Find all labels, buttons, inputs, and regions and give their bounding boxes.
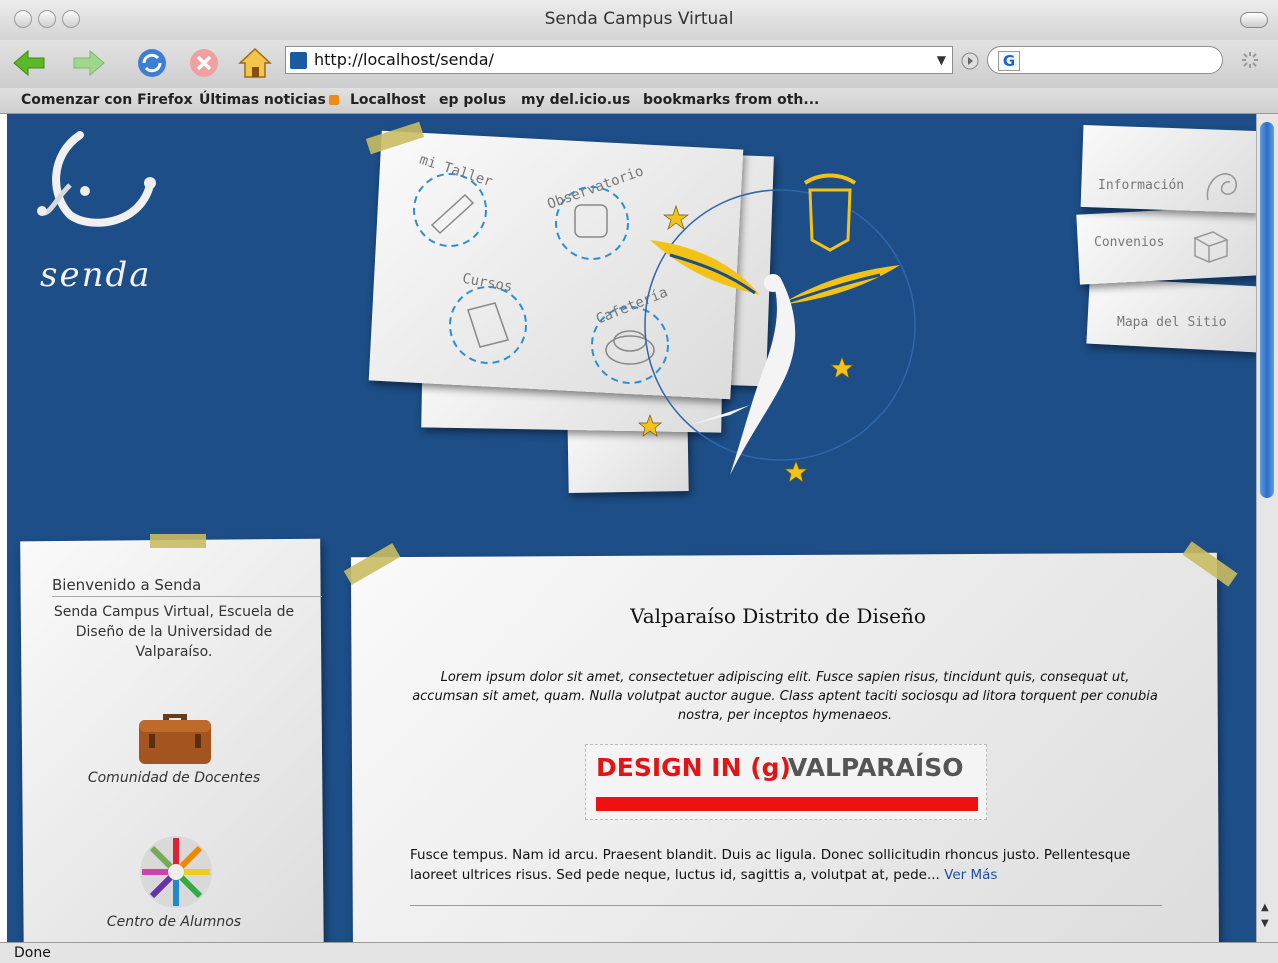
cube-doodle-icon [1193, 231, 1229, 264]
scrollbar-thumb[interactable] [1260, 122, 1274, 498]
bookmark-bookmarks-from-other[interactable]: bookmarks from oth... [643, 92, 819, 108]
tape-decoration [150, 534, 206, 548]
ver-mas-link[interactable]: Ver Más [944, 867, 997, 883]
vertical-scrollbar[interactable]: ▲ ▼ [1256, 114, 1278, 942]
back-arrow-icon [13, 49, 45, 77]
bookmark-ultimas-label: Últimas noticias [199, 92, 326, 108]
window-title: Senda Campus Virtual [544, 9, 734, 29]
address-bar[interactable]: http://localhost/senda/ ▼ [285, 46, 953, 74]
senda-logo-icon[interactable] [30, 125, 165, 245]
information-doodle-icon [1206, 173, 1238, 201]
search-field[interactable]: G [987, 46, 1223, 74]
status-bar: Done [0, 942, 1278, 963]
address-dropdown-icon[interactable]: ▼ [937, 47, 946, 73]
scroll-down-arrow-icon[interactable]: ▼ [1261, 918, 1269, 929]
stop-icon [190, 49, 218, 77]
nav-link-informacion[interactable]: Información [1098, 178, 1184, 193]
banner-gray-text: VALPARAÍSO [788, 753, 964, 782]
angel-illustration [638, 173, 916, 483]
activity-throbber-icon [1242, 52, 1258, 68]
article-intro: Lorem ipsum dolor sit amet, consectetuer… [412, 670, 1158, 723]
home-button[interactable] [237, 45, 273, 81]
colored-pencils-icon[interactable] [138, 834, 214, 910]
link-centro-alumnos[interactable]: Centro de Alumnos [56, 914, 292, 930]
stop-button[interactable] [186, 45, 222, 81]
article-body: Fusce tempus. Nam id arcu. Praesent blan… [410, 845, 1170, 885]
bookmark-delicious[interactable]: my del.icio.us [521, 92, 630, 108]
article-body-text: Fusce tempus. Nam id arcu. Praesent blan… [410, 847, 1131, 883]
reload-button[interactable] [134, 45, 170, 81]
forward-button[interactable] [72, 45, 108, 81]
home-icon [238, 47, 272, 78]
browser-window: Senda Campus Virtual http://localhost/se… [0, 0, 1278, 963]
site-favicon-icon [290, 52, 307, 69]
google-search-engine-icon[interactable]: G [998, 51, 1020, 71]
nav-link-mapa-del-sitio[interactable]: Mapa del Sitio [1117, 315, 1227, 330]
senda-logo-text: senda [40, 255, 152, 295]
title-bar: Senda Campus Virtual [0, 0, 1278, 40]
welcome-description: Senda Campus Virtual, Escuela de Diseño … [53, 604, 295, 660]
scroll-up-arrow-icon[interactable]: ▲ [1261, 902, 1269, 913]
reload-icon [138, 49, 166, 77]
address-text: http://localhost/senda/ [314, 50, 494, 69]
bookmark-comenzar[interactable]: Comenzar con Firefox [21, 92, 193, 108]
bookmark-localhost[interactable]: Localhost [350, 92, 426, 108]
link-comunidad-docentes[interactable]: Comunidad de Docentes [56, 770, 292, 786]
banner-red-text: DESIGN IN (g) [596, 753, 791, 782]
rss-feed-icon [328, 95, 339, 105]
banner-red-bar [596, 797, 978, 811]
article-title: Valparaíso Distrito de Diseño [630, 604, 926, 628]
navigation-toolbar: http://localhost/senda/ ▼ G [0, 40, 1278, 88]
nav-link-convenios[interactable]: Convenios [1094, 235, 1164, 250]
design-in-valparaiso-banner[interactable]: DESIGN IN (g) VALPARAÍSO [585, 744, 987, 820]
go-button-icon[interactable] [961, 52, 979, 70]
toolbar-toggle-button[interactable] [1240, 12, 1268, 28]
briefcase-icon[interactable] [135, 704, 215, 766]
bookmark-ultimas-noticias[interactable]: Últimas noticias [199, 92, 339, 108]
welcome-title: Bienvenido a Senda [52, 576, 322, 597]
forward-arrow-icon [73, 49, 105, 77]
article-divider [410, 905, 1162, 906]
back-button[interactable] [12, 45, 48, 81]
bookmark-ep-polus[interactable]: ep polus [439, 92, 506, 108]
status-text: Done [14, 945, 51, 961]
bookmarks-bar: Comenzar con Firefox Últimas noticias Lo… [0, 88, 1278, 114]
